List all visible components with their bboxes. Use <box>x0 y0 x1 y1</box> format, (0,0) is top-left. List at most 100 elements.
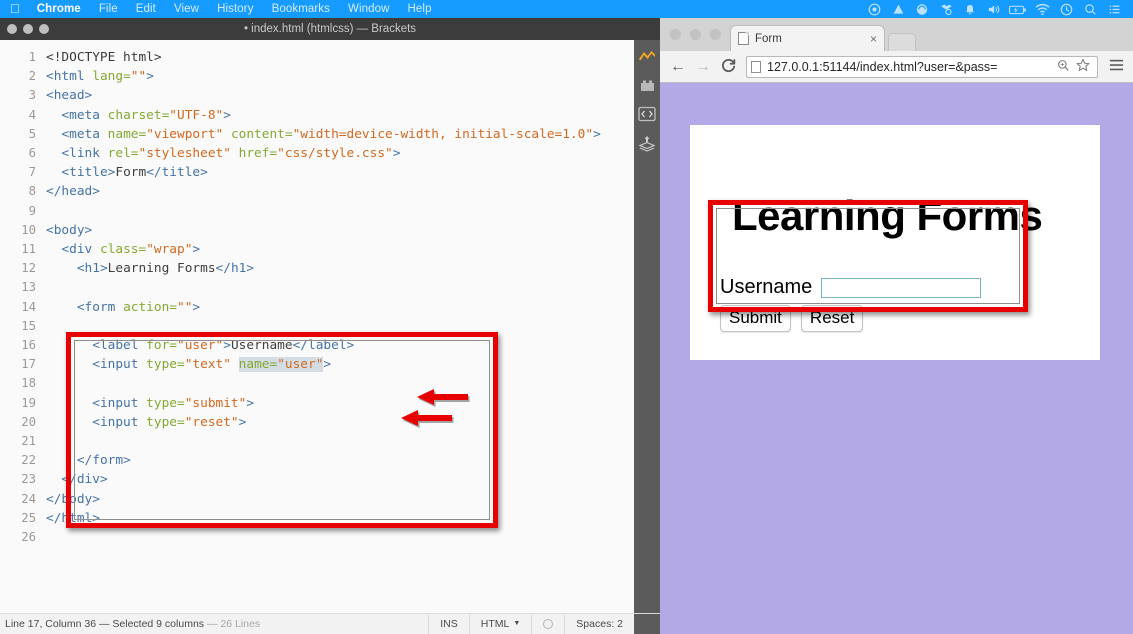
insert-mode-toggle[interactable]: INS <box>428 613 469 634</box>
code-line-text[interactable]: <head> <box>46 86 634 105</box>
chrome-close-button[interactable] <box>670 29 681 40</box>
submit-button[interactable]: Submit <box>720 305 791 332</box>
chrome-minimize-button[interactable] <box>690 29 701 40</box>
code-line[interactable]: 22 </form> <box>0 451 634 470</box>
wifi-icon[interactable] <box>1030 0 1054 18</box>
code-line[interactable]: 14 <form action=""> <box>0 298 634 317</box>
indent-setting[interactable]: Spaces: 2 <box>564 613 634 634</box>
code-line-text[interactable] <box>46 528 634 547</box>
username-input[interactable] <box>821 277 982 298</box>
back-button[interactable]: ← <box>667 56 689 78</box>
live-preview-status[interactable] <box>531 613 564 634</box>
code-line[interactable]: 19 <input type="submit"> <box>0 394 634 413</box>
menu-item-help[interactable]: Help <box>399 3 441 15</box>
code-line-text[interactable]: <input type="submit"> <box>46 394 634 413</box>
code-line-text[interactable]: <link rel="stylesheet" href="css/style.c… <box>46 144 634 163</box>
code-line-text[interactable]: <h1>Learning Forms</h1> <box>46 259 634 278</box>
code-line-text[interactable]: <label for="user">Username</label> <box>46 336 634 355</box>
code-line[interactable]: 16 <label for="user">Username</label> <box>0 336 634 355</box>
close-window-button[interactable] <box>7 24 17 34</box>
code-line-text[interactable]: </body> <box>46 490 634 509</box>
code-line[interactable]: 3 <head> <box>0 86 634 105</box>
google-drive-icon[interactable] <box>886 0 910 18</box>
code-line-text[interactable]: <html lang=""> <box>46 67 634 86</box>
code-line[interactable]: 6 <link rel="stylesheet" href="css/style… <box>0 144 634 163</box>
menu-item-history[interactable]: History <box>208 3 262 15</box>
dropbox-sync-icon[interactable] <box>934 0 958 18</box>
close-tab-icon[interactable]: × <box>865 32 877 46</box>
code-line-text[interactable]: </html> <box>46 509 634 528</box>
code-line[interactable]: 15 <box>0 317 634 336</box>
code-line-text[interactable] <box>46 317 634 336</box>
apple-logo-icon[interactable]:  <box>10 2 20 15</box>
code-line[interactable]: 5 <meta name="viewport" content="width=d… <box>0 125 634 144</box>
menu-item-chrome[interactable]: Chrome <box>28 3 90 15</box>
language-selector[interactable]: HTML ▼ <box>468 613 532 634</box>
code-line-text[interactable]: <title>Form</title> <box>46 163 634 182</box>
code-line-text[interactable] <box>46 202 634 221</box>
code-line[interactable]: 25 </html> <box>0 509 634 528</box>
code-lines[interactable]: 1 <!DOCTYPE html> 2 <html lang=""> 3 <head> 4 … <box>0 40 634 547</box>
menu-item-file[interactable]: File <box>90 3 127 15</box>
code-line-text[interactable]: <!DOCTYPE html> <box>46 48 634 67</box>
code-line[interactable]: 4 <meta charset="UTF-8"> <box>0 106 634 125</box>
code-line[interactable]: 8 </head> <box>0 182 634 201</box>
code-inspection-icon[interactable] <box>637 104 657 124</box>
code-line[interactable]: 11 <div class="wrap"> <box>0 240 634 259</box>
code-line[interactable]: 12 <h1>Learning Forms</h1> <box>0 259 634 278</box>
window-traffic-lights[interactable] <box>7 24 49 34</box>
code-line-text[interactable]: <form action=""> <box>46 298 634 317</box>
code-editor[interactable]: 1 <!DOCTYPE html> 2 <html lang=""> 3 <head> 4 … <box>0 40 634 613</box>
reset-button[interactable]: Reset <box>800 305 864 332</box>
minimize-window-button[interactable] <box>23 24 33 34</box>
code-line-text[interactable]: </div> <box>46 470 634 489</box>
address-bar[interactable]: 127.0.0.1:51144/index.html?user=&pass= <box>746 55 1098 78</box>
forward-button[interactable]: → <box>692 56 714 78</box>
code-line[interactable]: 9 <box>0 202 634 221</box>
creative-cloud-icon[interactable] <box>910 0 934 18</box>
code-line-text[interactable]: <input type="reset"> <box>46 413 634 432</box>
record-icon[interactable] <box>862 0 886 18</box>
reload-button[interactable] <box>717 56 739 78</box>
code-line-text[interactable] <box>46 278 634 297</box>
battery-charging-icon[interactable] <box>1006 0 1030 18</box>
search-icon[interactable] <box>1078 0 1102 18</box>
code-line-text[interactable]: <input type="text" name="user"> <box>46 355 634 374</box>
code-line-text[interactable] <box>46 432 634 451</box>
code-line[interactable]: 7 <title>Form</title> <box>0 163 634 182</box>
code-line-text[interactable]: <div class="wrap"> <box>46 240 634 259</box>
notification-center-icon[interactable] <box>1102 0 1126 18</box>
address-bar-url[interactable]: 127.0.0.1:51144/index.html?user=&pass= <box>767 60 1054 74</box>
bookmark-star-icon[interactable] <box>1073 58 1093 75</box>
code-line-text[interactable]: </form> <box>46 451 634 470</box>
chrome-traffic-lights[interactable] <box>670 29 721 40</box>
zoom-indicator-icon[interactable] <box>1054 59 1073 75</box>
chrome-menu-icon[interactable] <box>1105 58 1126 75</box>
code-line-text[interactable]: <body> <box>46 221 634 240</box>
code-line[interactable]: 13 <box>0 278 634 297</box>
extension-manager-icon[interactable] <box>637 75 657 95</box>
time-machine-icon[interactable] <box>1054 0 1078 18</box>
volume-icon[interactable] <box>982 0 1006 18</box>
code-line[interactable]: 18 <box>0 374 634 393</box>
code-line[interactable]: 26 <box>0 528 634 547</box>
layers-icon[interactable] <box>637 133 657 153</box>
code-line[interactable]: 2 <html lang=""> <box>0 67 634 86</box>
code-line-text[interactable] <box>46 374 634 393</box>
chrome-maximize-button[interactable] <box>710 29 721 40</box>
code-line[interactable]: 23 </div> <box>0 470 634 489</box>
code-line[interactable]: 1 <!DOCTYPE html> <box>0 48 634 67</box>
code-line-text[interactable]: <meta charset="UTF-8"> <box>46 106 634 125</box>
code-line[interactable]: 24 </body> <box>0 490 634 509</box>
menu-item-edit[interactable]: Edit <box>127 3 165 15</box>
bell-icon[interactable] <box>958 0 982 18</box>
code-line[interactable]: 17 <input type="text" name="user"> <box>0 355 634 374</box>
menu-item-bookmarks[interactable]: Bookmarks <box>263 3 339 15</box>
code-line[interactable]: 21 <box>0 432 634 451</box>
new-tab-button[interactable] <box>888 33 916 51</box>
code-line-text[interactable]: <meta name="viewport" content="width=dev… <box>46 125 634 144</box>
menu-item-window[interactable]: Window <box>339 3 399 15</box>
menu-item-view[interactable]: View <box>165 3 208 15</box>
browser-tab-form[interactable]: Form × <box>730 25 885 51</box>
live-preview-bolt-icon[interactable] <box>637 46 657 66</box>
